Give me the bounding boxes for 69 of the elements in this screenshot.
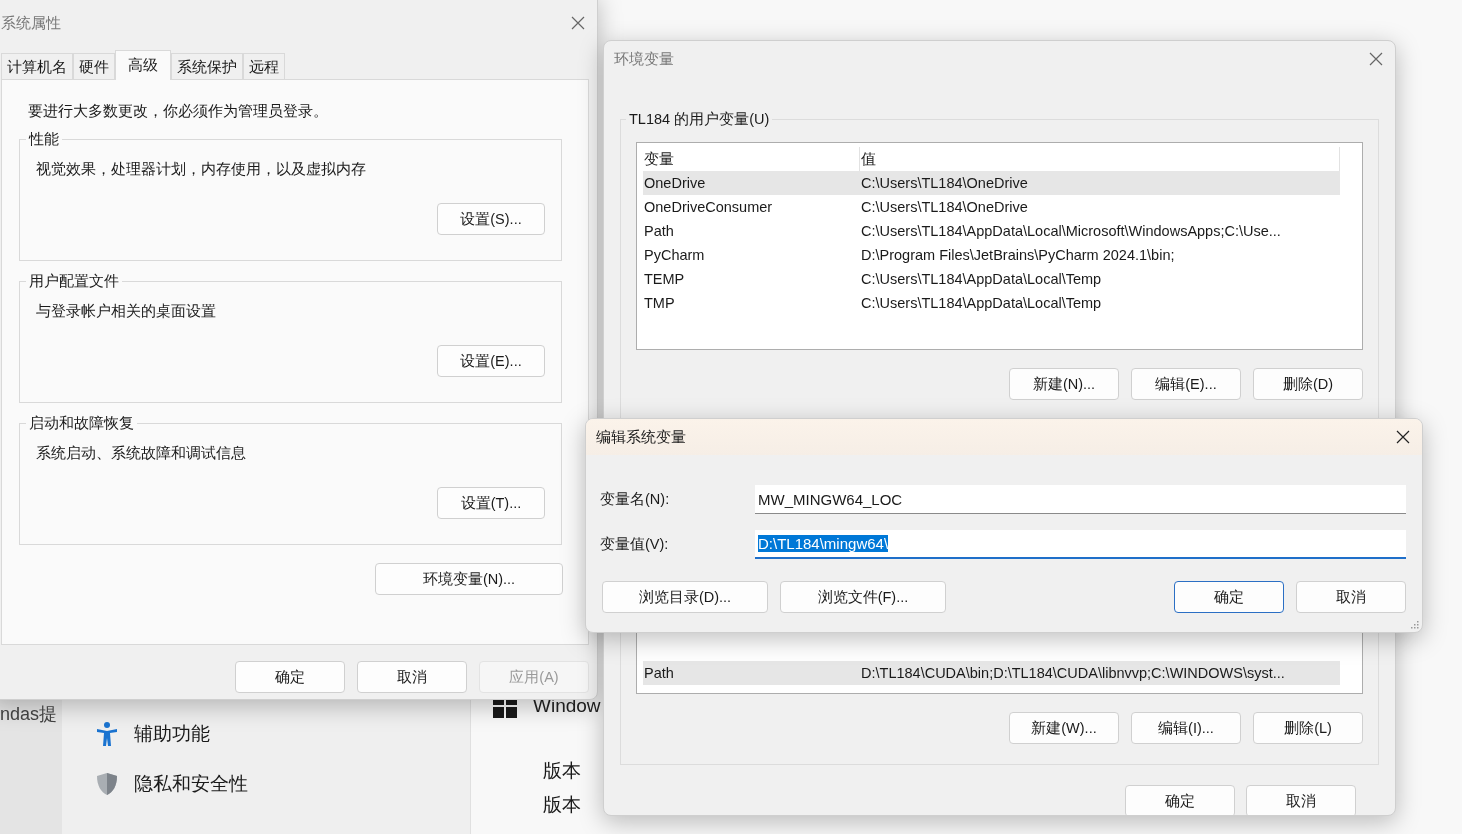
- field-label: 变量名(N):: [600, 490, 671, 509]
- input-field[interactable]: D:\TL184\mingw64\: [755, 530, 1406, 559]
- info-label: 版本: [543, 793, 581, 817]
- sidebar-text: ndas提: [0, 703, 58, 726]
- variable-name: Path: [643, 665, 675, 681]
- nav-item[interactable]: 隐私和安全性: [134, 771, 248, 797]
- variable-name: TEMP: [643, 271, 686, 287]
- nav-item[interactable]: 辅助功能: [134, 721, 210, 747]
- window-title: 系统属性: [1, 13, 61, 33]
- list-button[interactable]: 编辑(E)...: [1131, 368, 1241, 400]
- group-title: 性能: [26, 130, 62, 148]
- product-name: Window: [533, 695, 601, 717]
- dialog-button[interactable]: 取消: [1296, 581, 1406, 613]
- variable-name: Path: [643, 223, 675, 239]
- settings-button[interactable]: 设置(T)...: [437, 487, 545, 519]
- variable-value: C:\Users\TL184\AppData\Local\Temp: [860, 295, 1103, 311]
- variable-row[interactable]: OneDrive C:\Users\TL184\OneDrive: [643, 171, 1340, 195]
- variable-value: C:\Users\TL184\AppData\Local\Temp: [860, 271, 1103, 287]
- info-label: 版本: [543, 759, 581, 783]
- field-label: 变量值(V):: [600, 535, 670, 554]
- settings-button[interactable]: 设置(E)...: [437, 345, 545, 377]
- variable-name: TMP: [643, 295, 676, 311]
- variable-name: PyCharm: [643, 247, 706, 263]
- group-description: 与登录帐户相关的桌面设置: [36, 302, 217, 321]
- group-title: 用户配置文件: [26, 272, 122, 290]
- shield-icon: [96, 772, 118, 796]
- variable-value: C:\Users\TL184\OneDrive: [860, 199, 1029, 215]
- list-button[interactable]: 编辑(I)...: [1131, 712, 1241, 744]
- variable-value: D:\Program Files\JetBrains\PyCharm 2024.1\bin;: [860, 247, 1176, 263]
- window-title: 编辑系统变量: [596, 427, 686, 447]
- variable-row[interactable]: Path C:\Users\TL184\AppData\Local\Microsoft\WindowsApps;C:\Use...: [643, 219, 1340, 243]
- variable-row[interactable]: TMP C:\Users\TL184\AppData\Local\Temp: [643, 291, 1340, 315]
- list-button[interactable]: 删除(D): [1253, 368, 1363, 400]
- list-button[interactable]: 新建(N)...: [1009, 368, 1119, 400]
- input-field[interactable]: MW_MINGW64_LOC: [755, 485, 1406, 514]
- dialog-button[interactable]: 确定: [1174, 581, 1284, 613]
- settings-button[interactable]: 设置(S)...: [437, 203, 545, 235]
- dialog-button[interactable]: 确定: [235, 661, 345, 693]
- list-button[interactable]: 删除(L): [1253, 712, 1363, 744]
- variable-row[interactable]: PyCharm D:\Program Files\JetBrains\PyCharm 2024.1\bin;: [643, 243, 1340, 267]
- variable-value: C:\Users\TL184\AppData\Local\Microsoft\WindowsApps;C:\Use...: [860, 223, 1282, 239]
- dialog-button[interactable]: 确定: [1125, 785, 1235, 815]
- group-title: 启动和故障恢复: [26, 414, 137, 432]
- notice-text: 要进行大多数更改，你必须作为管理员登录。: [28, 102, 329, 121]
- close-icon[interactable]: [1396, 430, 1410, 444]
- variable-value: C:\Users\TL184\OneDrive: [860, 175, 1029, 191]
- variable-name: OneDriveConsumer: [643, 199, 774, 215]
- browse-button[interactable]: 浏览文件(F)...: [780, 581, 946, 613]
- browse-button[interactable]: 浏览目录(D)...: [602, 581, 768, 613]
- variable-value: D:\TL184\CUDA\bin;D:\TL184\CUDA\libnvvp;C:\WINDOWS\syst...: [860, 665, 1286, 681]
- resize-grip-icon[interactable]: [1409, 619, 1419, 629]
- tab[interactable]: 高级: [115, 50, 171, 80]
- tab[interactable]: 硬件: [73, 53, 115, 79]
- variable-row[interactable]: OneDriveConsumer C:\Users\TL184\OneDrive: [643, 195, 1340, 219]
- variable-row[interactable]: Path D:\TL184\CUDA\bin;D:\TL184\CUDA\libnvvp;C:\WINDOWS\syst...: [643, 661, 1340, 685]
- variable-name: OneDrive: [643, 175, 707, 191]
- list-button[interactable]: 新建(W)...: [1009, 712, 1119, 744]
- tab[interactable]: 远程: [243, 53, 285, 79]
- dialog-button[interactable]: 取消: [357, 661, 467, 693]
- tab[interactable]: 系统保护: [171, 53, 243, 79]
- tab[interactable]: 计算机名: [1, 53, 73, 79]
- accessibility-icon: [96, 721, 118, 747]
- group-title: TL184 的用户变量(U): [626, 110, 773, 128]
- environment-variables-button[interactable]: 环境变量(N)...: [375, 563, 563, 595]
- group-description: 系统启动、系统故障和调试信息: [36, 444, 247, 463]
- window-title: 环境变量: [614, 49, 674, 69]
- dialog-button[interactable]: 取消: [1246, 785, 1356, 815]
- variable-row[interactable]: TEMP C:\Users\TL184\AppData\Local\Temp: [643, 267, 1340, 291]
- group-description: 视觉效果，处理器计划，内存使用，以及虚拟内存: [36, 160, 367, 179]
